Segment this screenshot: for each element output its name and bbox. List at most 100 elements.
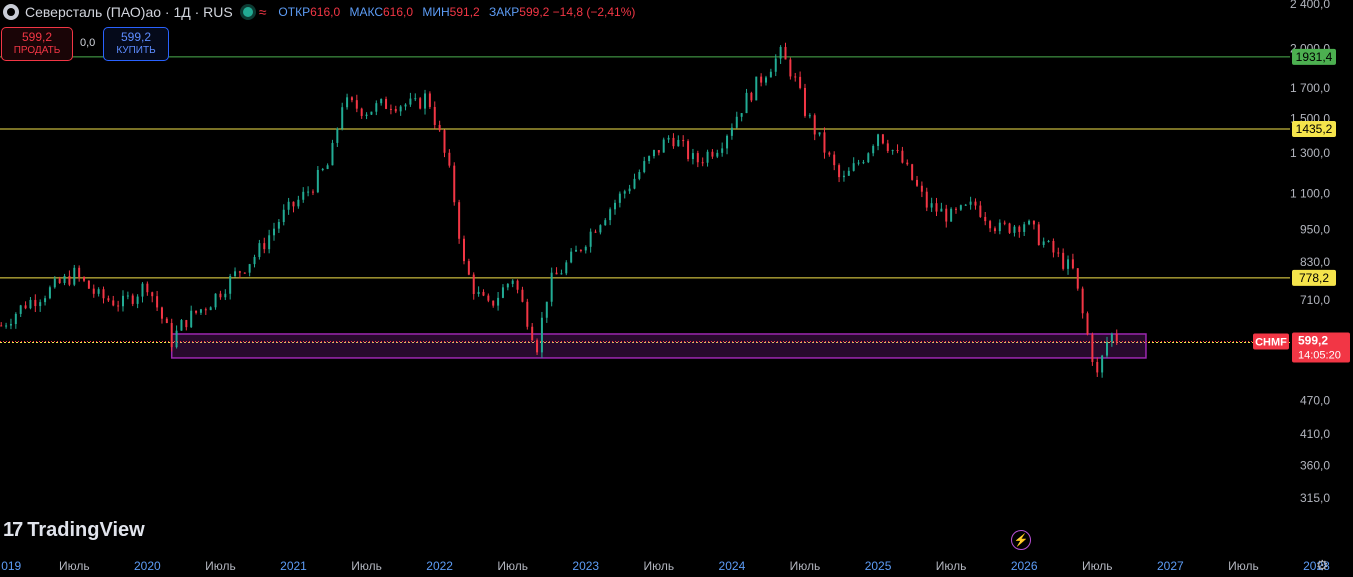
candle-body bbox=[784, 46, 787, 60]
time-tick-label: 2022 bbox=[426, 559, 453, 573]
symbol-logo-icon bbox=[3, 4, 19, 20]
candle-body bbox=[706, 151, 709, 163]
candle-body bbox=[1081, 288, 1084, 314]
candle-body bbox=[755, 76, 758, 101]
price-tick-label: 710,0 bbox=[1300, 293, 1330, 307]
price-tick-label: 1 300,0 bbox=[1290, 146, 1330, 160]
time-tick-label: 2025 bbox=[865, 559, 892, 573]
candle-body bbox=[175, 330, 178, 348]
candle-body bbox=[599, 225, 602, 233]
candle-body bbox=[760, 76, 763, 83]
candle-body bbox=[302, 191, 305, 200]
candle-body bbox=[365, 114, 368, 116]
level-price-tag: 1435,2 bbox=[1296, 122, 1333, 136]
candle-body bbox=[370, 111, 373, 115]
candle-body bbox=[190, 310, 193, 328]
candle-body bbox=[954, 208, 957, 210]
candle-body bbox=[993, 228, 996, 232]
candle-body bbox=[862, 162, 865, 164]
time-tick-label: Июль bbox=[497, 559, 528, 573]
candle-body bbox=[925, 191, 928, 208]
candle-body bbox=[68, 276, 71, 285]
candle-body bbox=[511, 280, 514, 284]
tradingview-logo: 17 TradingView bbox=[3, 519, 145, 542]
candle-body bbox=[945, 208, 948, 222]
candle-body bbox=[258, 243, 261, 258]
candle-body bbox=[799, 76, 802, 88]
candle-body bbox=[959, 205, 962, 210]
candle-body bbox=[730, 127, 733, 136]
time-tick-label: 2021 bbox=[280, 559, 307, 573]
price-tick-label: 360,0 bbox=[1300, 458, 1330, 472]
candle-body bbox=[180, 320, 183, 331]
candle-body bbox=[526, 301, 529, 327]
candle-body bbox=[399, 106, 402, 112]
ohlc-open-key: ОТКР bbox=[278, 5, 311, 19]
candle-body bbox=[311, 191, 314, 193]
price-tick-label: 830,0 bbox=[1300, 255, 1330, 269]
candle-body bbox=[268, 235, 271, 250]
candle-body bbox=[112, 300, 115, 306]
level-price-tag: 778,2 bbox=[1299, 271, 1329, 285]
candle-body bbox=[297, 199, 300, 207]
candle-body bbox=[44, 298, 47, 303]
candle-body bbox=[1096, 361, 1099, 373]
candle-body bbox=[1018, 226, 1021, 232]
price-tick-label: 315,0 bbox=[1300, 491, 1330, 505]
candle-body bbox=[901, 150, 904, 163]
last-price-tag: 599,2 bbox=[1298, 333, 1328, 347]
candle-body bbox=[516, 280, 519, 290]
candle-body bbox=[117, 305, 120, 307]
candle-body bbox=[5, 325, 8, 327]
candle-body bbox=[307, 191, 310, 193]
price-chart[interactable]: 2 400,02 000,01 700,01 500,01 300,01 100… bbox=[0, 0, 1353, 577]
time-tick-label: Июль bbox=[936, 559, 967, 573]
candle-body bbox=[428, 93, 431, 107]
candle-body bbox=[950, 208, 953, 222]
candle-body bbox=[633, 178, 636, 189]
candle-body bbox=[1086, 313, 1089, 335]
candle-body bbox=[404, 104, 407, 107]
candle-body bbox=[696, 153, 699, 163]
candle-body bbox=[614, 202, 616, 210]
candle-body bbox=[677, 139, 680, 147]
candle-body bbox=[53, 278, 56, 288]
candle-body bbox=[243, 272, 246, 274]
candle-body bbox=[1047, 240, 1050, 242]
settings-gear-icon[interactable]: ⚙ bbox=[1316, 557, 1329, 574]
candle-body bbox=[316, 169, 319, 193]
time-tick-label: Июль bbox=[1228, 559, 1259, 573]
candle-body bbox=[170, 323, 173, 348]
candle-body bbox=[721, 148, 724, 153]
candle-body bbox=[979, 205, 982, 217]
candle-body bbox=[628, 188, 631, 192]
price-axis: 2 400,02 000,01 700,01 500,01 300,01 100… bbox=[1290, 0, 1330, 505]
candle-body bbox=[808, 115, 811, 117]
candle-body bbox=[360, 108, 363, 116]
candlestick-series bbox=[0, 42, 1118, 378]
sell-button[interactable]: 599,2 ПРОДАТЬ bbox=[1, 27, 73, 61]
candle-body bbox=[1057, 252, 1060, 254]
candle-body bbox=[375, 103, 378, 112]
symbol-title[interactable]: Северсталь (ПАО)ао · 1Д · RUS bbox=[25, 4, 233, 20]
candle-body bbox=[906, 162, 909, 165]
candle-body bbox=[745, 92, 748, 114]
candle-body bbox=[609, 209, 612, 221]
candle-body bbox=[984, 216, 987, 222]
candle-body bbox=[847, 170, 850, 176]
candle-body bbox=[662, 139, 665, 153]
time-tick-label: 019 bbox=[1, 559, 21, 573]
candle-body bbox=[813, 115, 816, 135]
buy-button[interactable]: 599,2 КУПИТЬ bbox=[103, 27, 169, 61]
candle-body bbox=[940, 208, 943, 212]
candle-body bbox=[39, 302, 42, 307]
candle-body bbox=[560, 273, 563, 275]
candle-body bbox=[92, 288, 95, 294]
wave-icon: ≈ bbox=[258, 4, 267, 20]
candle-body bbox=[14, 313, 17, 325]
candle-body bbox=[920, 185, 923, 192]
candle-body bbox=[438, 124, 441, 131]
candle-body bbox=[1091, 334, 1094, 362]
ohlc-low-value: 591,2 bbox=[449, 5, 480, 19]
lightning-icon[interactable]: ⚡ bbox=[1011, 530, 1031, 550]
